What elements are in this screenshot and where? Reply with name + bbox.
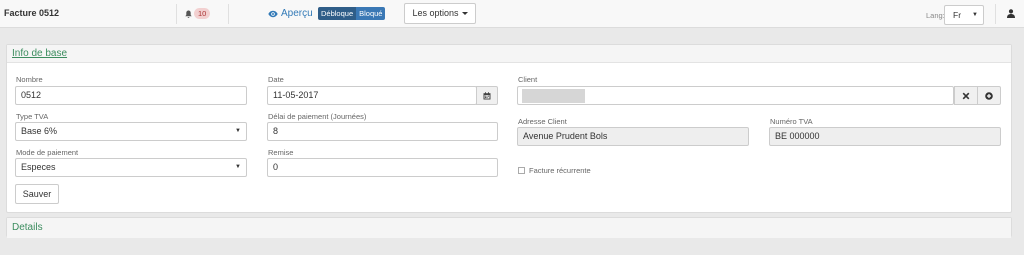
divider [176,4,177,24]
details-panel[interactable]: Details [6,217,1012,238]
mode-paiement-label: Mode de paiement [16,148,79,157]
client-label: Client [518,75,538,84]
remise-label: Remise [268,148,294,157]
page-title: Facture 0512 [4,8,60,18]
divider [228,4,229,24]
calendar-button[interactable] [476,86,498,105]
details-panel-title[interactable]: Details [7,218,1011,238]
type-tva-label: Type TVA [16,112,49,121]
lang-label: Lang: [926,11,945,20]
save-button[interactable]: Sauver [15,184,59,204]
divider [995,4,996,24]
lock-toggle[interactable]: Débloque Bloqué [318,7,386,20]
close-icon [962,92,970,99]
date-input[interactable]: 11-05-2017 [267,86,477,105]
notification-count-badge: 10 [194,8,211,19]
numero-tva-field: BE 000000 [769,127,1001,146]
checkbox-box[interactable] [518,167,525,174]
facture-recurrente-checkbox[interactable]: Facture récurrente [518,166,591,175]
eye-icon [268,10,278,17]
remise-input[interactable]: 0 [267,158,498,177]
options-dropdown-button[interactable]: Les options [404,3,476,24]
facture-recurrente-label: Facture récurrente [529,166,591,175]
mode-paiement-select[interactable]: Especes ▼ [15,158,247,177]
toggle-bloque[interactable]: Bloqué [356,7,386,20]
info-panel-title[interactable]: Info de base [12,48,67,59]
date-label: Date [268,75,284,84]
adresse-field: Avenue Prudent Bols [517,127,749,146]
delai-label: Délai de paiement (Journées) [268,112,367,121]
user-menu-button[interactable] [1002,3,1020,24]
type-tva-value: Base 6% [21,126,58,136]
calendar-icon [483,91,491,99]
nombre-input[interactable]: 0512 [15,86,247,105]
apercu-label: Aperçu [281,8,313,19]
numero-tva-label: Numéro TVA [770,117,813,126]
options-label: Les options [412,8,459,18]
type-tva-select[interactable]: Base 6% ▼ [15,122,247,141]
apercu-link[interactable]: Aperçu [268,8,313,19]
delai-input[interactable]: 8 [267,122,498,141]
toggle-debloque[interactable]: Débloque [318,7,357,20]
mode-paiement-value: Especes [21,162,56,172]
bell-icon [185,10,192,18]
plus-circle-icon [985,91,993,100]
info-panel-header: Info de base [7,45,1011,63]
add-client-button[interactable] [977,86,1001,105]
chevron-down-icon: ▼ [235,164,241,170]
lang-value: Fr [953,10,962,20]
top-bar: Facture 0512 10 Aperçu Débloque Bloqué L… [0,0,1024,28]
user-icon [1007,9,1015,18]
nombre-label: Nombre [16,75,43,84]
adresse-label: Adresse Client [518,117,567,126]
chevron-down-icon: ▼ [972,12,978,18]
caret-down-icon [461,12,468,16]
chevron-down-icon: ▼ [235,128,241,134]
lang-select[interactable]: Fr ▼ [944,5,984,25]
client-redacted-value [522,89,585,103]
clear-client-button[interactable] [954,86,978,105]
notifications[interactable]: 10 [185,8,211,19]
